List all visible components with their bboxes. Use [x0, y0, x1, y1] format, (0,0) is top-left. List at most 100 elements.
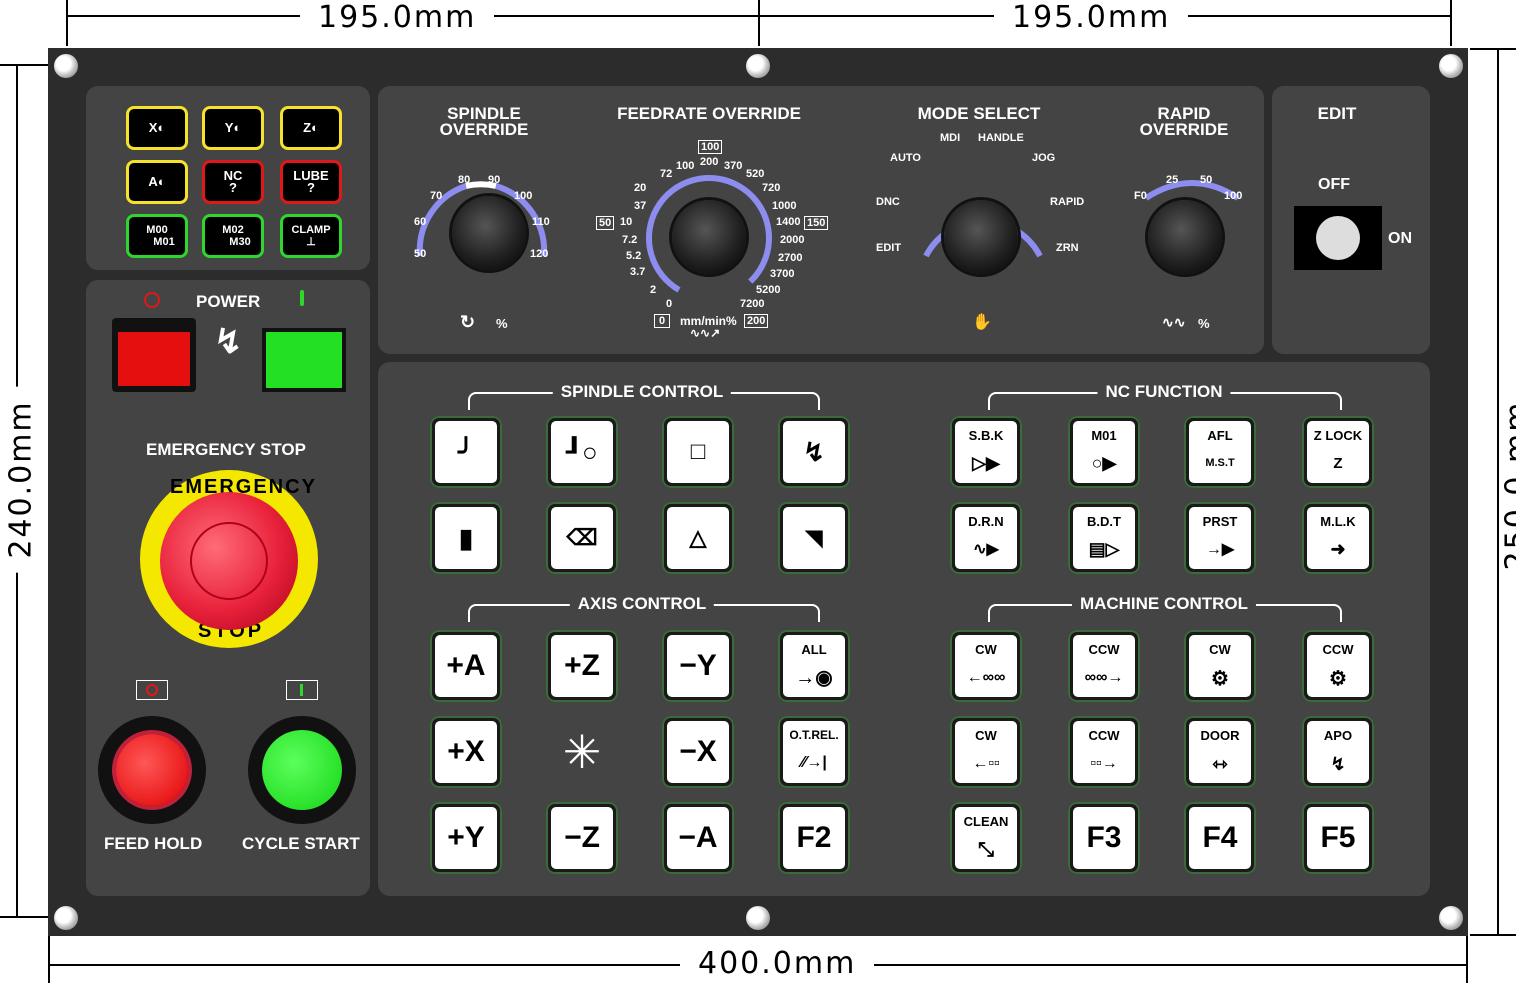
- bdt-key[interactable]: B.D.T ▤▷: [1068, 502, 1140, 574]
- spindle-key-2[interactable]: ┚○: [546, 416, 618, 488]
- cycle-start-label: CYCLE START: [242, 834, 360, 853]
- key-label: D.R.N: [968, 514, 1004, 529]
- feed-hold-button[interactable]: [98, 716, 206, 824]
- emergency-stop-button[interactable]: [160, 492, 298, 630]
- key-face: O.T.REL. ⁄⁄→|: [783, 721, 845, 783]
- key-face: +A: [435, 635, 497, 697]
- ot-release-key[interactable]: O.T.REL. ⁄⁄→|: [778, 716, 850, 788]
- feedrate-tick: 5.2: [626, 250, 642, 262]
- door-key[interactable]: DOOR ⇿: [1184, 716, 1256, 788]
- machine-lock-icon: ➜: [1330, 538, 1346, 559]
- dim-tick: [48, 936, 50, 983]
- z-lock-key[interactable]: Z LOCK Z: [1302, 416, 1374, 488]
- rapid-tick: 100: [1224, 190, 1243, 202]
- cw-magazine-key[interactable]: CW ⚙: [1184, 630, 1256, 702]
- feedrate-tick: 5200: [756, 284, 781, 296]
- plus-z-key[interactable]: +Z: [546, 630, 618, 702]
- spindle-tick: 70: [430, 190, 443, 202]
- feedrate-tick: 100: [676, 160, 695, 172]
- power-on-button[interactable]: [262, 328, 346, 392]
- key-face: ◥: [783, 507, 845, 569]
- plus-x-key[interactable]: +X: [430, 716, 502, 788]
- nc-function-label: NC FUNCTION: [1097, 382, 1231, 402]
- f3-key[interactable]: F3: [1068, 802, 1140, 874]
- stop-symbol: [146, 684, 158, 696]
- edit-off-label: OFF: [1318, 176, 1350, 193]
- feedrate-zigzag-icon: ∿∿↗: [690, 326, 721, 340]
- f4-key[interactable]: F4: [1184, 802, 1256, 874]
- spindle-key-3[interactable]: □: [662, 416, 734, 488]
- spindle-key-4[interactable]: ↯: [778, 416, 850, 488]
- home-icon: ◐: [233, 120, 242, 135]
- minus-a-key[interactable]: −A: [662, 802, 734, 874]
- block-delete-icon: ▤▷: [1088, 538, 1120, 559]
- minus-y-key[interactable]: −Y: [662, 630, 734, 702]
- ccw-magazine-key[interactable]: CCW ⚙: [1302, 630, 1374, 702]
- key-label: +A: [446, 649, 486, 682]
- key-face: CW ⚙: [1189, 635, 1251, 697]
- spindle-key-6[interactable]: ⌫: [546, 502, 618, 574]
- minus-z-key[interactable]: −Z: [546, 802, 618, 874]
- air-gun-icon: ⤡: [978, 838, 994, 861]
- axis-control-label: AXIS CONTROL: [569, 594, 715, 614]
- key-face: +Z: [551, 635, 613, 697]
- key-label: +Z: [564, 649, 600, 682]
- spindle-key-8[interactable]: ◥: [778, 502, 850, 574]
- all-home-key[interactable]: ALL →◉: [778, 630, 850, 702]
- dim-tick: [1466, 936, 1468, 983]
- override-mode-panel: SPINDLE OVERRIDE 50 60 70 80 90 100 110 1…: [378, 86, 1264, 354]
- edit-key-switch[interactable]: [1294, 206, 1382, 270]
- lamp-label: Z: [303, 120, 312, 135]
- ccw-conveyor-key[interactable]: CCW ▫▫→: [1068, 716, 1140, 788]
- f2-key[interactable]: F2: [778, 802, 850, 874]
- spindle-key-7[interactable]: △: [662, 502, 734, 574]
- m01-key[interactable]: M01 ○▶: [1068, 416, 1140, 488]
- mode-jog: JOG: [1032, 152, 1056, 164]
- plus-a-key[interactable]: +A: [430, 630, 502, 702]
- key-face: −Y: [667, 635, 729, 697]
- clamp-lamp: CLAMP ⊥: [280, 214, 342, 258]
- key-face: +Y: [435, 807, 497, 869]
- rapid-traverse-icon[interactable]: ✳: [546, 716, 618, 788]
- f5-key[interactable]: F5: [1302, 802, 1374, 874]
- feedrate-tick: 3.7: [630, 266, 646, 278]
- key-label: −A: [678, 821, 718, 854]
- sbk-key[interactable]: S.B.K ▷▶: [950, 416, 1022, 488]
- feedrate-tick: 7.2: [622, 234, 638, 246]
- cycle-start-button[interactable]: [248, 716, 356, 824]
- feedrate-tick: 2700: [778, 252, 803, 264]
- title-line: OVERRIDE: [439, 120, 529, 139]
- clean-key[interactable]: CLEAN ⤡: [950, 802, 1022, 874]
- dim-tick: [66, 0, 68, 46]
- rapid-override-knob[interactable]: [1148, 200, 1222, 274]
- spindle-override-title: SPINDLE OVERRIDE: [434, 105, 534, 139]
- key-label: ALL: [801, 642, 827, 657]
- key-face: CCW ∞∞→: [1073, 635, 1135, 697]
- key-face: +X: [435, 721, 497, 783]
- ccw-coolant-key[interactable]: CCW ∞∞→: [1068, 630, 1140, 702]
- door-icon: ⇿: [1212, 753, 1228, 774]
- rapid-unit: %: [1198, 316, 1210, 331]
- drn-key[interactable]: D.R.N ∿▶: [950, 502, 1022, 574]
- apo-key[interactable]: APO ↯: [1302, 716, 1374, 788]
- mlk-key[interactable]: M.L.K ➜: [1302, 502, 1374, 574]
- mode-select-knob[interactable]: [944, 200, 1018, 274]
- dim-label-left: 240.0mm: [3, 386, 39, 573]
- spindle-override-knob[interactable]: [452, 196, 526, 270]
- cw-coolant-key[interactable]: CW ←∞∞: [950, 630, 1022, 702]
- spindle-key-5[interactable]: ▮: [430, 502, 502, 574]
- nc-alarm-lamp: NC ?: [202, 160, 264, 204]
- optional-stop-icon: ○▶: [1091, 452, 1117, 473]
- cw-conveyor-key[interactable]: CW ←▫▫: [950, 716, 1022, 788]
- prst-key[interactable]: PRST →▶: [1184, 502, 1256, 574]
- key-face: −A: [667, 807, 729, 869]
- dim-label-right: 250.0 mm: [1499, 386, 1516, 585]
- conveyor-icon: ←▫▫: [972, 755, 1000, 772]
- power-off-button[interactable]: [112, 318, 196, 392]
- feedrate-override-knob[interactable]: [672, 200, 746, 274]
- afl-key[interactable]: AFL M.S.T: [1184, 416, 1256, 488]
- emergency-stop-ring-inner: [190, 522, 268, 600]
- plus-y-key[interactable]: +Y: [430, 802, 502, 874]
- spindle-key-1[interactable]: ╯: [430, 416, 502, 488]
- minus-x-key[interactable]: −X: [662, 716, 734, 788]
